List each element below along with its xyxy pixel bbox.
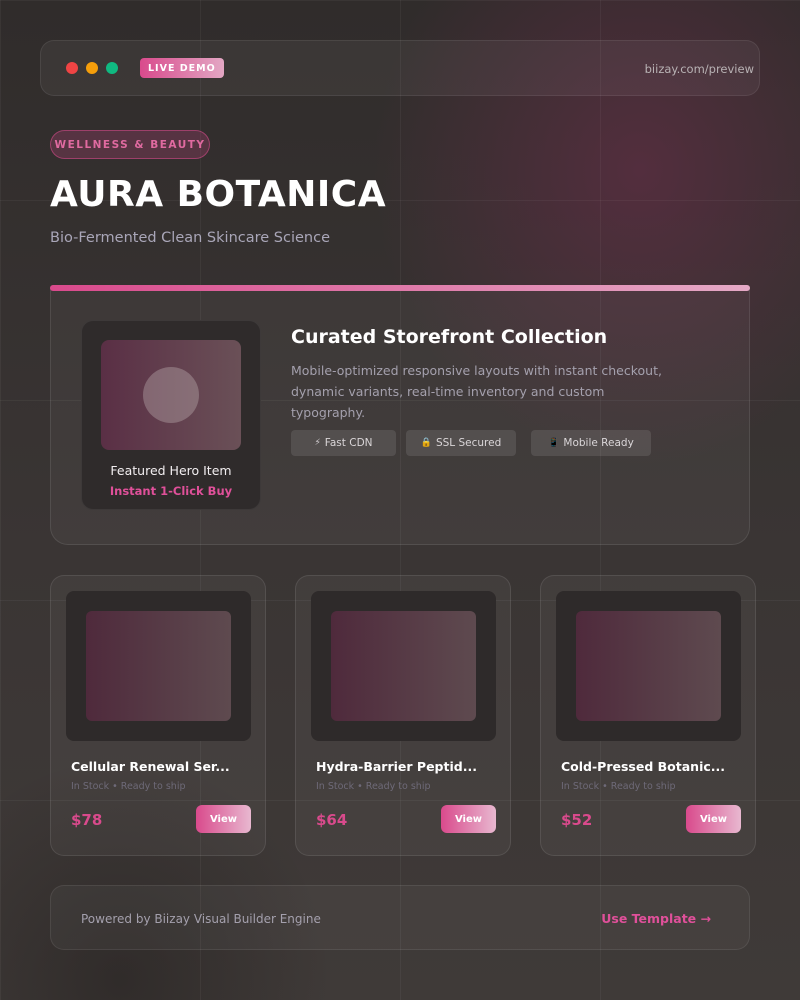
product-image (86, 611, 231, 721)
chip-label: SSL Secured (435, 437, 502, 449)
footer-bar: Powered by Biizay Visual Builder Engine … (50, 885, 750, 950)
product-image (331, 611, 476, 721)
lock-icon: 🔒 (420, 438, 432, 448)
accent-line (50, 285, 750, 291)
product-image (576, 611, 721, 721)
product-card[interactable]: Cellular Renewal Ser... In Stock • Ready… (50, 575, 266, 856)
product-price: $52 (561, 811, 593, 829)
chip-fast-cdn: ⚡ Fast CDN (291, 430, 396, 456)
product-name: Cellular Renewal Ser... (71, 759, 230, 774)
mobile-icon: 📱 (548, 438, 560, 448)
live-demo-badge: LIVE DEMO (140, 58, 224, 78)
browser-bar: LIVE DEMO biizay.com/preview (40, 40, 760, 96)
product-image-frame (311, 591, 496, 741)
view-button[interactable]: View (686, 805, 741, 833)
chip-ssl-secured: 🔒 SSL Secured (406, 430, 516, 456)
minimize-window-dot[interactable] (86, 62, 98, 74)
view-button[interactable]: View (441, 805, 496, 833)
chip-label: Fast CDN (324, 437, 373, 449)
featured-hero-image (101, 340, 241, 450)
product-card[interactable]: Cold-Pressed Botanic... In Stock • Ready… (540, 575, 756, 856)
featured-hero-card[interactable]: Featured Hero Item Instant 1-Click Buy (81, 320, 261, 510)
view-button[interactable]: View (196, 805, 251, 833)
product-price: $78 (71, 811, 103, 829)
one-click-buy-link[interactable]: Instant 1-Click Buy (82, 484, 260, 498)
close-window-dot[interactable] (66, 62, 78, 74)
category-pill: WELLNESS & BEAUTY (50, 130, 210, 159)
maximize-window-dot[interactable] (106, 62, 118, 74)
lightning-icon: ⚡ (314, 438, 321, 448)
chip-mobile-ready: 📱 Mobile Ready (531, 430, 651, 456)
product-image-frame (556, 591, 741, 741)
featured-item-name: Featured Hero Item (110, 463, 232, 478)
product-status: In Stock • Ready to ship (316, 781, 431, 792)
brand-title: AURA BOTANICA (50, 174, 387, 215)
feature-description: Mobile-optimized responsive layouts with… (291, 363, 662, 420)
product-status: In Stock • Ready to ship (71, 781, 186, 792)
product-image-frame (66, 591, 251, 741)
brand-subtitle: Bio-Fermented Clean Skincare Science (50, 230, 330, 246)
product-name: Hydra-Barrier Peptid... (316, 759, 477, 774)
product-price: $64 (316, 811, 348, 829)
feature-title: Curated Storefront Collection (291, 326, 608, 348)
use-template-link[interactable]: Use Template → (601, 886, 711, 951)
product-name: Cold-Pressed Botanic... (561, 759, 726, 774)
product-status: In Stock • Ready to ship (561, 781, 676, 792)
preview-url[interactable]: biizay.com/preview (645, 41, 754, 97)
product-card[interactable]: Hydra-Barrier Peptid... In Stock • Ready… (295, 575, 511, 856)
featured-hero-placeholder-circle (143, 367, 199, 423)
chip-label: Mobile Ready (563, 437, 634, 449)
featured-panel: Featured Hero Item Instant 1-Click Buy C… (50, 288, 750, 545)
footer-powered-by: Powered by Biizay Visual Builder Engine (81, 911, 321, 926)
